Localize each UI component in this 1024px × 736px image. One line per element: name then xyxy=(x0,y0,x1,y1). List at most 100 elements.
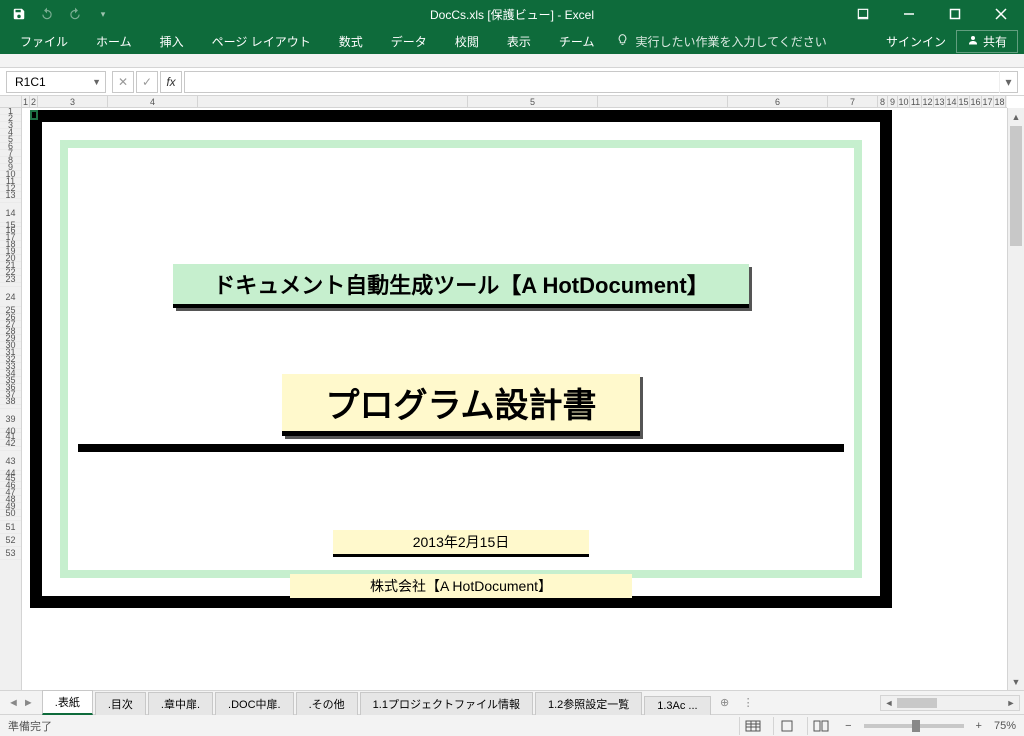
scroll-up-icon[interactable]: ▲ xyxy=(1008,108,1024,125)
col-header[interactable]: 8 xyxy=(878,96,888,108)
zoom-knob[interactable] xyxy=(912,720,920,732)
col-header[interactable]: 14 xyxy=(946,96,958,108)
person-icon xyxy=(967,34,979,49)
scroll-right-icon[interactable]: ► xyxy=(1003,698,1019,708)
cover-page: ドキュメント自動生成ツール【A HotDocument】 プログラム設計書 20… xyxy=(30,110,892,608)
redo-icon[interactable] xyxy=(66,5,84,23)
ribbon-tab-7[interactable]: 表示 xyxy=(493,29,545,54)
sheet-tab-2[interactable]: .章中扉. xyxy=(148,692,213,715)
close-button[interactable] xyxy=(978,0,1024,28)
hscroll-thumb[interactable] xyxy=(897,698,937,708)
ribbon-tab-8[interactable]: チーム xyxy=(545,29,609,54)
cover-divider xyxy=(78,444,844,452)
zoom-out-button[interactable]: − xyxy=(841,720,855,732)
ribbon-tab-1[interactable]: ホーム xyxy=(82,29,146,54)
col-header[interactable]: 1 xyxy=(22,96,30,108)
cancel-formula-button[interactable]: ✕ xyxy=(112,71,134,93)
tab-nav-next-icon[interactable]: ► xyxy=(23,697,34,709)
sheet-tab-7[interactable]: 1.3Ac ... xyxy=(644,696,710,715)
qat-customize-icon[interactable]: ▾ xyxy=(94,5,112,23)
col-header[interactable]: 2 xyxy=(30,96,38,108)
ribbon-tab-4[interactable]: 数式 xyxy=(325,29,377,54)
column-headers[interactable]: 123456789101112131415161718 xyxy=(22,96,1007,108)
status-bar: 準備完了 − + 75% xyxy=(0,714,1024,736)
sheet-tab-4[interactable]: .その他 xyxy=(296,692,358,715)
fx-button[interactable]: fx xyxy=(160,71,182,93)
row-header[interactable]: 52 xyxy=(0,534,21,547)
minimize-button[interactable] xyxy=(886,0,932,28)
scroll-left-icon[interactable]: ◄ xyxy=(881,698,897,708)
scroll-down-icon[interactable]: ▼ xyxy=(1008,673,1024,690)
col-header[interactable]: 11 xyxy=(910,96,922,108)
col-header[interactable]: 4 xyxy=(108,96,198,108)
col-header[interactable]: 10 xyxy=(898,96,910,108)
vscroll-thumb[interactable] xyxy=(1010,126,1022,246)
name-box[interactable]: R1C1 ▼ xyxy=(6,71,106,93)
row-headers[interactable]: 1234567891011121314151617181920212223242… xyxy=(0,108,22,690)
col-header[interactable] xyxy=(198,96,468,108)
row-header[interactable]: 51 xyxy=(0,521,21,534)
add-sheet-button[interactable]: ⊕ xyxy=(713,696,737,709)
normal-view-button[interactable] xyxy=(739,717,765,735)
sheet-tabs: .表紙.目次.章中扉..DOC中扉..その他1.1プロジェクトファイル情報1.2… xyxy=(42,691,713,714)
col-header[interactable]: 7 xyxy=(828,96,878,108)
col-header[interactable]: 17 xyxy=(982,96,994,108)
spreadsheet-grid: 123456789101112131415161718 123456789101… xyxy=(0,96,1024,690)
ribbon-tab-5[interactable]: データ xyxy=(377,29,441,54)
sheet-tab-1[interactable]: .目次 xyxy=(95,692,146,715)
row-header[interactable]: 38 xyxy=(0,398,21,405)
select-all-corner[interactable] xyxy=(0,96,22,108)
tab-options-icon[interactable]: ⋮ xyxy=(737,696,760,709)
tell-me-box[interactable]: 実行したい作業を入力してください xyxy=(616,33,826,50)
cover-tool-title: ドキュメント自動生成ツール【A HotDocument】 xyxy=(173,264,748,308)
sheet-tab-3[interactable]: .DOC中扉. xyxy=(215,692,294,715)
chevron-down-icon[interactable]: ▼ xyxy=(92,77,101,87)
save-icon[interactable] xyxy=(10,5,28,23)
ribbon-options-icon[interactable] xyxy=(840,0,886,28)
quick-access-toolbar: ▾ xyxy=(0,5,112,23)
formula-expand-icon[interactable]: ▾ xyxy=(999,71,1017,93)
formula-bar: R1C1 ▼ ✕ ✓ fx ▾ xyxy=(0,68,1024,96)
formula-input-wrap: ▾ xyxy=(184,71,1018,93)
col-header[interactable]: 12 xyxy=(922,96,934,108)
col-header[interactable]: 13 xyxy=(934,96,946,108)
cover-date: 2013年2月15日 xyxy=(333,530,590,557)
sheet-tab-5[interactable]: 1.1プロジェクトファイル情報 xyxy=(360,692,533,715)
tab-nav-prev-icon[interactable]: ◄ xyxy=(8,697,19,709)
zoom-in-button[interactable]: + xyxy=(972,720,986,732)
sheet-viewport[interactable]: ドキュメント自動生成ツール【A HotDocument】 プログラム設計書 20… xyxy=(22,108,1007,690)
ribbon-tab-2[interactable]: 挿入 xyxy=(146,29,198,54)
signin-link[interactable]: サインイン xyxy=(886,33,946,50)
horizontal-scrollbar[interactable]: ◄ ► xyxy=(880,695,1020,711)
zoom-slider[interactable] xyxy=(864,724,964,728)
page-layout-view-button[interactable] xyxy=(773,717,799,735)
col-header[interactable] xyxy=(598,96,728,108)
col-header[interactable]: 5 xyxy=(468,96,598,108)
col-header[interactable]: 15 xyxy=(958,96,970,108)
row-header[interactable]: 24 xyxy=(0,287,21,307)
col-header[interactable]: 18 xyxy=(994,96,1006,108)
enter-formula-button[interactable]: ✓ xyxy=(136,71,158,93)
col-header[interactable]: 16 xyxy=(970,96,982,108)
sheet-tab-6[interactable]: 1.2参照設定一覧 xyxy=(535,692,642,715)
row-header[interactable]: 53 xyxy=(0,547,21,560)
ribbon-tab-3[interactable]: ページ レイアウト xyxy=(198,29,325,54)
ribbon-tab-0[interactable]: ファイル xyxy=(6,29,82,54)
col-header[interactable]: 6 xyxy=(728,96,828,108)
ribbon-tab-6[interactable]: 校閲 xyxy=(441,29,493,54)
row-header[interactable]: 23 xyxy=(0,276,21,283)
col-header[interactable]: 9 xyxy=(888,96,898,108)
formula-input[interactable] xyxy=(185,72,999,92)
undo-icon[interactable] xyxy=(38,5,56,23)
row-header[interactable]: 42 xyxy=(0,440,21,447)
row-header[interactable]: 50 xyxy=(0,510,21,517)
maximize-button[interactable] xyxy=(932,0,978,28)
col-header[interactable]: 3 xyxy=(38,96,108,108)
row-header[interactable]: 13 xyxy=(0,192,21,199)
sheet-tab-0[interactable]: .表紙 xyxy=(42,690,93,715)
page-break-view-button[interactable] xyxy=(807,717,833,735)
vertical-scrollbar[interactable]: ▲ ▼ xyxy=(1007,108,1024,690)
share-button[interactable]: 共有 xyxy=(956,30,1018,53)
zoom-level: 75% xyxy=(994,720,1016,732)
status-ready: 準備完了 xyxy=(8,718,52,734)
